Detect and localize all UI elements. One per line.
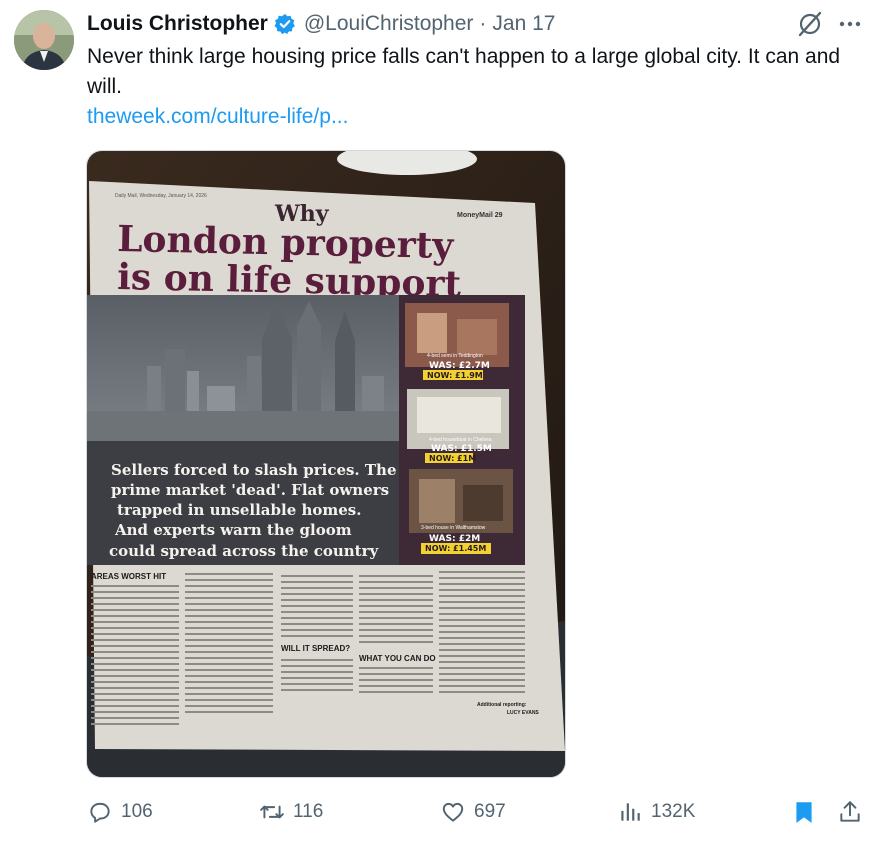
more-options-icon[interactable] [838, 12, 862, 36]
views-count: 132K [651, 801, 696, 822]
heart-icon [442, 802, 464, 822]
tweet-header: Louis Christopher @LouiChristopher · Jan… [87, 11, 555, 37]
listing-was-price: WAS: £2.7M [429, 361, 490, 371]
listing-caption: 4-bed houseboat in Chelsea [429, 437, 492, 443]
author-name[interactable]: Louis Christopher [87, 12, 268, 36]
standfirst-line: prime market 'dead'. Flat owners [111, 481, 389, 499]
listing-now-price: NOW: £1.9M [427, 371, 483, 380]
verified-badge-icon [274, 13, 296, 35]
standfirst-line: And experts warn the gloom [114, 521, 352, 539]
retweet-button[interactable]: 116 [259, 796, 323, 828]
section-label: MoneyMail 29 [457, 212, 503, 219]
header-separator: · [479, 12, 487, 35]
standfirst: Sellers forced to slash prices. The prim… [109, 461, 397, 560]
standfirst-line: trapped in unsellable homes. [117, 501, 361, 519]
byline-name: LUCY EVANS [507, 710, 539, 716]
share-icon [840, 801, 860, 822]
retweet-icon [260, 805, 284, 819]
listing-now-price: NOW: £1.45M [425, 544, 486, 553]
bookmark-icon [796, 802, 812, 823]
listing-now-price: NOW: £1M [429, 454, 476, 463]
reply-count: 106 [121, 801, 153, 822]
reply-icon [90, 802, 110, 823]
byline-label: Additional reporting: [477, 702, 527, 708]
listing-was-price: WAS: £1.5M [431, 444, 492, 454]
grok-icon[interactable] [796, 10, 824, 38]
masthead: Daily Mail, Wednesday, January 14, 2026 [115, 193, 207, 199]
tweet-actions: 106 116 697 132K [0, 796, 873, 828]
author-handle[interactable]: @LouiChristopher [304, 12, 474, 36]
tweet-date[interactable]: Jan 17 [492, 12, 555, 36]
retweet-count: 116 [293, 801, 324, 822]
like-count: 697 [474, 801, 506, 822]
views-chart-icon [621, 803, 640, 821]
avatar[interactable] [14, 10, 74, 70]
standfirst-line: could spread across the country [109, 542, 380, 560]
tweet-photo[interactable]: Daily Mail, Wednesday, January 14, 2026 … [86, 150, 566, 778]
tweet-text: Never think large housing price falls ca… [87, 45, 841, 98]
tweet: Louis Christopher @LouiChristopher · Jan… [0, 0, 873, 845]
views-button[interactable]: 132K [617, 796, 695, 828]
like-button[interactable]: 697 [440, 796, 506, 828]
listing-caption: 4-bed semi in Teddington [427, 353, 483, 359]
share-button[interactable] [837, 796, 863, 828]
subhead: AREAS WORST HIT [91, 572, 166, 581]
subhead: WHAT YOU CAN DO [359, 654, 436, 663]
listing-was-price: WAS: £2M [429, 534, 480, 544]
bookmark-button[interactable] [791, 796, 817, 828]
listing-caption: 3-bed house in Walthamstow [421, 525, 486, 531]
subhead: WILL IT SPREAD? [281, 644, 350, 653]
standfirst-line: Sellers forced to slash prices. The [111, 461, 397, 479]
reply-button[interactable]: 106 [87, 796, 153, 828]
tweet-link[interactable]: theweek.com/culture-life/p... [87, 102, 348, 132]
